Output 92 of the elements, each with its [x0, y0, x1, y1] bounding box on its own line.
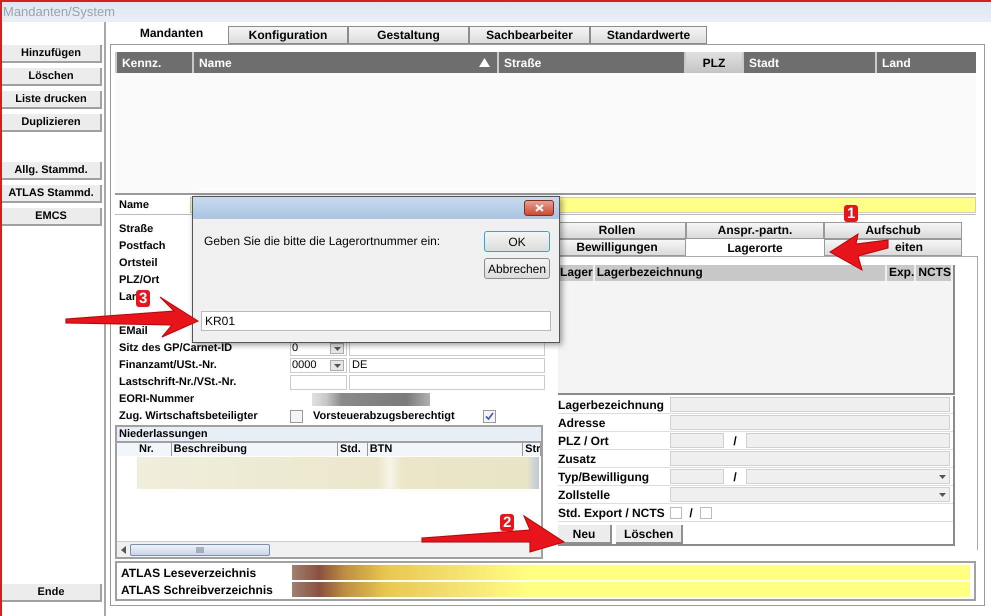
tab[interactable]: Gestaltung [348, 26, 469, 44]
field-label: Std. Export / NCTS [558, 504, 666, 522]
field-label: ATLAS Schreibverzeichnis [121, 582, 274, 598]
dropdown-arrow-icon [334, 364, 340, 368]
text-field[interactable] [746, 433, 950, 448]
window-title: Mandanten/System [3, 3, 116, 22]
text-field[interactable] [670, 433, 724, 448]
checkbox[interactable] [290, 410, 303, 423]
text-field[interactable] [670, 451, 950, 466]
text-field[interactable] [670, 397, 950, 412]
column-header[interactable]: NCTS [916, 265, 953, 281]
checkbox-label: Vorsteuerabzugsberechtigt [313, 409, 456, 424]
field-label: EMail [119, 324, 148, 340]
field-label: Lagerbezeichnung [558, 396, 666, 414]
section-title: Niederlassungen [117, 427, 541, 443]
scroll-left-icon [121, 546, 126, 554]
column-header[interactable]: Land [875, 52, 976, 73]
column-header[interactable]: PLZ [684, 52, 742, 73]
scrollbar-thumb[interactable] [130, 544, 270, 556]
sidebar-button[interactable]: EMCS [2, 208, 102, 226]
combo-field[interactable]: 0000 [290, 358, 347, 373]
sidebar-button[interactable]: ATLAS Stammd. [2, 185, 102, 203]
field-label: Postfach [119, 239, 166, 254]
field-label: Zollstelle [558, 486, 612, 504]
field-label: Lar [119, 290, 136, 306]
horizontal-scrollbar[interactable] [117, 541, 541, 557]
dropdown-arrow-icon [939, 474, 946, 478]
path-field[interactable] [292, 565, 970, 580]
text-field[interactable] [670, 415, 950, 430]
field-label: Typ/Bewilligung [558, 468, 650, 486]
dropdown-arrow-icon [334, 346, 340, 350]
action-button[interactable]: Löschen [616, 524, 684, 544]
column-header[interactable]: Name [192, 52, 497, 73]
field-label: Name [118, 198, 150, 213]
close-icon [534, 204, 544, 212]
tab[interactable]: Konfiguration [228, 26, 348, 44]
text-field[interactable] [670, 469, 724, 484]
checkmark-icon [485, 412, 494, 421]
tab[interactable]: Sachbearbeiter [469, 26, 590, 44]
separator-text: / [732, 468, 738, 486]
close-button[interactable] [524, 200, 554, 216]
column-header[interactable]: Beschreibung [172, 443, 338, 456]
column-header[interactable]: Kennz. [115, 52, 192, 73]
combo-field[interactable] [670, 487, 950, 502]
combo-field[interactable] [746, 469, 950, 484]
column-header[interactable]: Std. [338, 443, 368, 456]
text-field[interactable] [290, 375, 347, 390]
tab[interactable]: Standardwerte [590, 26, 707, 44]
field-label: Adresse [558, 414, 606, 432]
tab[interactable]: Anspr.-partn. [686, 222, 824, 239]
field-label: Ortsteil [119, 256, 158, 272]
text-field[interactable]: DE [349, 358, 545, 373]
column-header[interactable]: Str [523, 443, 541, 456]
sort-ascending-icon [479, 58, 490, 67]
field-label: Zusatz [558, 450, 598, 468]
field-label: ATLAS Leseverzeichnis [121, 564, 258, 582]
checkbox[interactable] [700, 506, 712, 518]
separator-text: / [732, 432, 738, 450]
sidebar-button[interactable]: Duplizieren [2, 114, 102, 132]
sidebar-button[interactable]: Allg. Stammd. [2, 162, 102, 180]
sidebar-button[interactable]: Hinzufügen [2, 45, 102, 63]
checkbox-label: Zug. Wirtschaftsbeteiligter [118, 409, 259, 424]
step-number: 2 [500, 514, 514, 531]
separator-text: / [688, 504, 694, 522]
sidebar-button[interactable]: Löschen [2, 68, 102, 86]
dropdown-arrow-icon [939, 492, 946, 496]
step-number: 3 [136, 290, 150, 307]
field-label: Finanzamt/USt.-Nr. [118, 358, 218, 374]
input-field[interactable]: KR01 [201, 311, 551, 331]
column-header[interactable]: Nr. [137, 443, 172, 456]
text-field[interactable] [349, 375, 545, 390]
checkbox[interactable] [483, 410, 496, 423]
step-number: 1 [844, 205, 858, 222]
action-button[interactable]: Neu [558, 524, 612, 544]
field-label: PLZ/Ort [119, 273, 160, 288]
column-header[interactable]: BTN [368, 443, 524, 456]
column-header[interactable]: Stadt [742, 52, 875, 73]
path-field[interactable] [292, 582, 970, 597]
grip-icon [196, 546, 204, 552]
end-button[interactable]: Ende [2, 584, 102, 602]
sidebar-button[interactable]: Liste drucken [2, 91, 102, 109]
field-label: Lastschrift-Nr./VSt.-Nr. [118, 375, 238, 390]
dialog-message: Geben Sie die bitte die Lagerortnummer ein: [204, 233, 440, 250]
tab[interactable]: Aufschub [824, 222, 962, 239]
dialog-button[interactable]: Abbrechen [484, 258, 550, 279]
field-label: PLZ / Ort [558, 432, 610, 450]
column-header[interactable]: Exp. [886, 265, 916, 281]
field-label: Straße [119, 222, 154, 238]
dialog-button[interactable]: OK [484, 231, 550, 252]
checkbox[interactable] [670, 506, 682, 518]
field-label: EORI-Nummer [118, 392, 196, 408]
field-label: Sitz des GP/Carnet-ID [118, 341, 234, 356]
